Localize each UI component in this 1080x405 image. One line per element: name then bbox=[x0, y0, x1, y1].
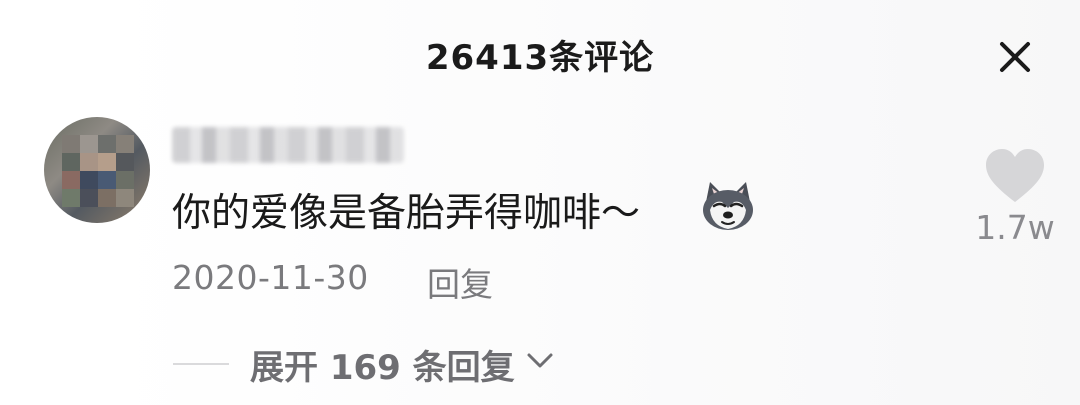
comment-date: 2020-11-30 bbox=[172, 258, 369, 297]
heart-icon bbox=[986, 149, 1044, 202]
username-blurred[interactable] bbox=[172, 127, 404, 163]
replies-divider bbox=[173, 363, 229, 365]
comment-count-title: 26413条评论 bbox=[425, 38, 655, 78]
comment-text: 你的爱像是备胎弄得咖啡～ bbox=[172, 191, 641, 236]
close-icon bbox=[1000, 42, 1030, 72]
chevron-down-icon[interactable] bbox=[525, 350, 555, 372]
reply-button[interactable]: 回复 bbox=[427, 258, 493, 306]
like-count: 1.7w bbox=[975, 208, 1055, 247]
like-button[interactable] bbox=[984, 148, 1046, 204]
husky-dog-emoji-icon bbox=[703, 182, 753, 230]
avatar[interactable] bbox=[44, 117, 150, 223]
close-button[interactable] bbox=[994, 36, 1036, 78]
comment-panel: 26413条评论 你的爱像是备胎弄得咖啡～ 1.7w 2020-11-30 回复… bbox=[0, 0, 1080, 405]
expand-replies-button[interactable]: 展开 169 条回复 bbox=[250, 340, 515, 389]
